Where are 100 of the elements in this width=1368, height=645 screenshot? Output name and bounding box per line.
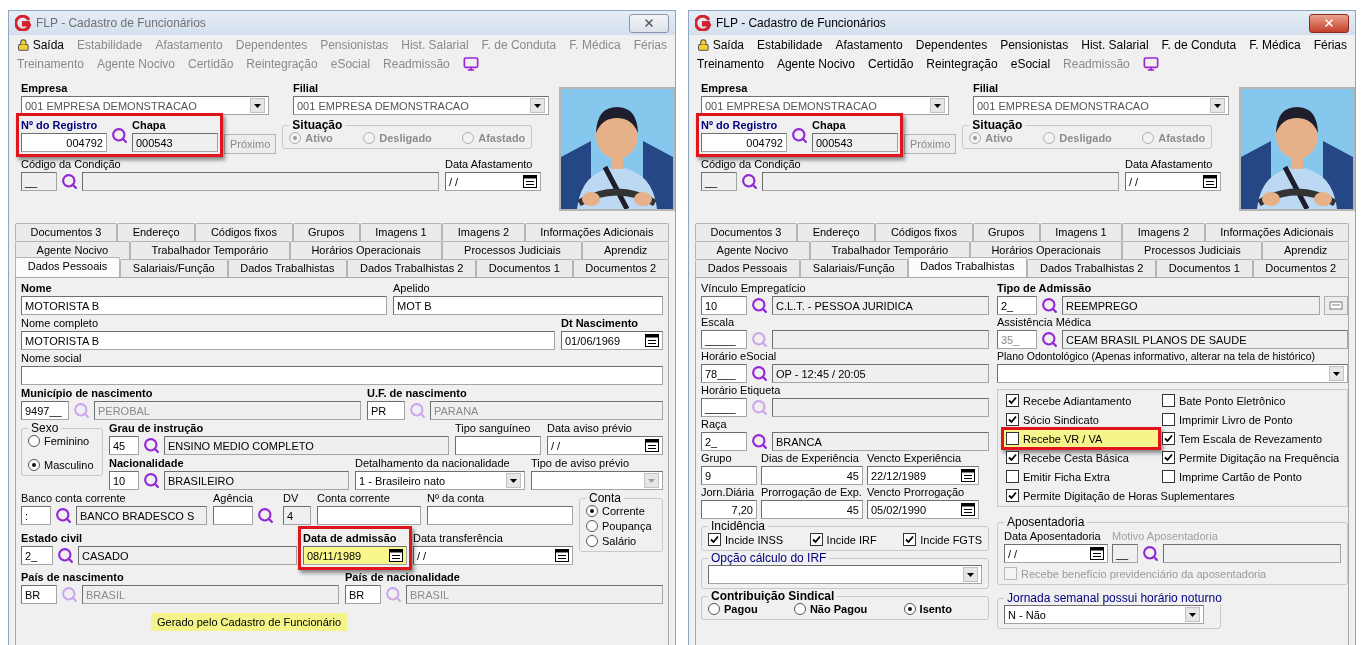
text-field[interactable]: 4 [283,506,311,525]
date-field[interactable]: / / [413,546,573,565]
menu-item[interactable]: Saída [712,37,744,52]
date-field[interactable]: 22/12/1989 [867,466,979,485]
tab[interactable]: Aprendiz [582,241,669,259]
tab[interactable]: Imagens 1 [359,223,443,241]
tab[interactable]: Dados Trabalhistas [907,257,1028,277]
text-field[interactable]: 45 [761,466,863,485]
dropdown-field[interactable]: N - Não [1004,605,1204,624]
tab[interactable]: Trabalhador Temporário [809,241,970,259]
tab[interactable]: Processos Judiciais [1122,241,1263,259]
text-field[interactable]: 004792 [21,133,107,152]
tab[interactable]: Códigos fixos [195,223,293,241]
text-field[interactable]: 9 [701,466,757,485]
text-field[interactable]: 7,20 [701,500,757,519]
menu-item[interactable]: F. Médica [1249,37,1301,52]
checkbox-label: Recebe Cesta Básica [1023,451,1129,464]
date-field[interactable]: 08/11/1989 [303,546,407,565]
tab[interactable]: Imagens 1 [1039,223,1123,241]
date-field[interactable]: / / [1004,544,1108,563]
field-label: Horário eSocial [701,349,778,364]
tab[interactable]: Imagens 2 [442,223,525,241]
tab[interactable]: Códigos fixos [875,223,973,241]
code-field[interactable]: 10 [109,471,139,490]
tab[interactable]: Trabalhador Temporário [129,241,290,259]
date-field[interactable]: / / [547,436,663,455]
menu-item[interactable]: Férias [1313,37,1347,52]
dropdown-field[interactable]: 001 EMPRESA DEMONSTRACAO [973,96,1229,115]
text-field[interactable]: 004792 [701,133,787,152]
field-label: Tipo de aviso prévio [531,456,631,471]
code-field[interactable]: 78___ [701,364,747,383]
dropdown-field[interactable]: 001 EMPRESA DEMONSTRACAO [293,96,549,115]
code-field[interactable]: 2_ [701,432,747,451]
tab[interactable]: Endereço [117,223,196,241]
tab[interactable]: Agente Nocivo [695,241,810,259]
tab[interactable]: Documentos 1 [476,259,573,277]
code-field[interactable]: : [21,506,51,525]
tab[interactable]: Documentos 3 [695,223,798,241]
date-field[interactable]: / / [445,172,541,191]
menu-item[interactable]: Agente Nocivo [776,56,855,71]
menu-item[interactable]: Hist. Salarial [1081,37,1149,52]
menu-item[interactable]: Treinamento [697,56,764,71]
menu-item[interactable]: Estabilidade [757,37,823,52]
tab[interactable]: Imagens 2 [1122,223,1205,241]
text-field[interactable]: 45 [761,500,863,519]
tab[interactable]: Dados Pessoais [15,257,121,277]
menu-item[interactable]: Reintegração [926,56,998,71]
field-label: Dt Nascimento [561,316,640,331]
tab[interactable]: Salariais/Função [120,259,228,277]
code-field[interactable]: __ [701,172,737,191]
field-label: Horário Etiqueta [701,383,782,398]
date-field[interactable]: 01/06/1969 [561,331,663,350]
dropdown-field[interactable]: 001 EMPRESA DEMONSTRACAO [21,96,269,115]
menu-item[interactable]: Saída [32,37,64,52]
checkbox-label: Incide FGTS [920,533,982,546]
field-label: Nº do Registro [21,118,99,133]
tab[interactable]: Grupos [972,223,1040,241]
tab[interactable]: Documentos 2 [1252,259,1349,277]
date-field[interactable]: / / [1125,172,1221,191]
text-field[interactable]: MOTORISTA B [21,296,387,315]
tab[interactable]: Informações Adicionais [1204,223,1349,241]
tab[interactable]: Dados Trabalhistas [227,259,348,277]
code-field[interactable]: __ [1112,544,1138,563]
text-field[interactable]: MOTORISTA B [21,331,555,350]
group-title: Contribuição Sindical [710,589,836,603]
date-field[interactable]: 05/02/1990 [867,500,979,519]
text-field[interactable]: MOT B [393,296,663,315]
menu-item[interactable]: Pensionistas [1000,37,1069,52]
code-field[interactable]: 35_ [997,330,1037,349]
menu-item[interactable]: Afastamento [835,37,903,52]
text-field[interactable]: 000543 [132,133,218,152]
tab[interactable]: Horários Operacionais [969,241,1123,259]
field-label: Vínculo Empregatício [701,281,807,296]
code-field[interactable]: 10 [701,296,747,315]
tab[interactable]: Endereço [797,223,876,241]
tab[interactable]: Documentos 2 [572,259,669,277]
tab[interactable]: Grupos [292,223,360,241]
tab[interactable]: Dados Trabalhistas 2 [1027,259,1157,277]
tab[interactable]: Salariais/Função [800,259,908,277]
text-field[interactable]: 000543 [812,133,898,152]
menu-item[interactable]: F. de Conduta [1161,37,1237,52]
code-field[interactable]: 45 [109,436,139,455]
menu-item[interactable]: Dependentes [915,37,988,52]
tab[interactable]: Documentos 3 [15,223,118,241]
tab[interactable]: Informações Adicionais [524,223,669,241]
tab[interactable]: Agente Nocivo [15,241,130,259]
dropdown-field[interactable]: 001 EMPRESA DEMONSTRACAO [701,96,949,115]
tab[interactable]: Dados Trabalhistas 2 [347,259,477,277]
checkbox-label: Bate Ponto Eletrônico [1179,394,1286,407]
menu-item[interactable]: Certidão [867,56,914,71]
tab[interactable]: Documentos 1 [1156,259,1253,277]
menu-item[interactable]: eSocial [1010,56,1051,71]
tab[interactable]: Processos Judiciais [442,241,583,259]
code-field[interactable]: 2_ [997,296,1037,315]
tab[interactable]: Horários Operacionais [289,241,443,259]
code-field[interactable]: __ [21,172,57,191]
dropdown-field[interactable]: 1 - Brasileiro nato [355,471,525,490]
tab[interactable]: Dados Pessoais [695,259,801,277]
code-field[interactable]: 2_ [21,546,53,565]
tab[interactable]: Aprendiz [1262,241,1349,259]
